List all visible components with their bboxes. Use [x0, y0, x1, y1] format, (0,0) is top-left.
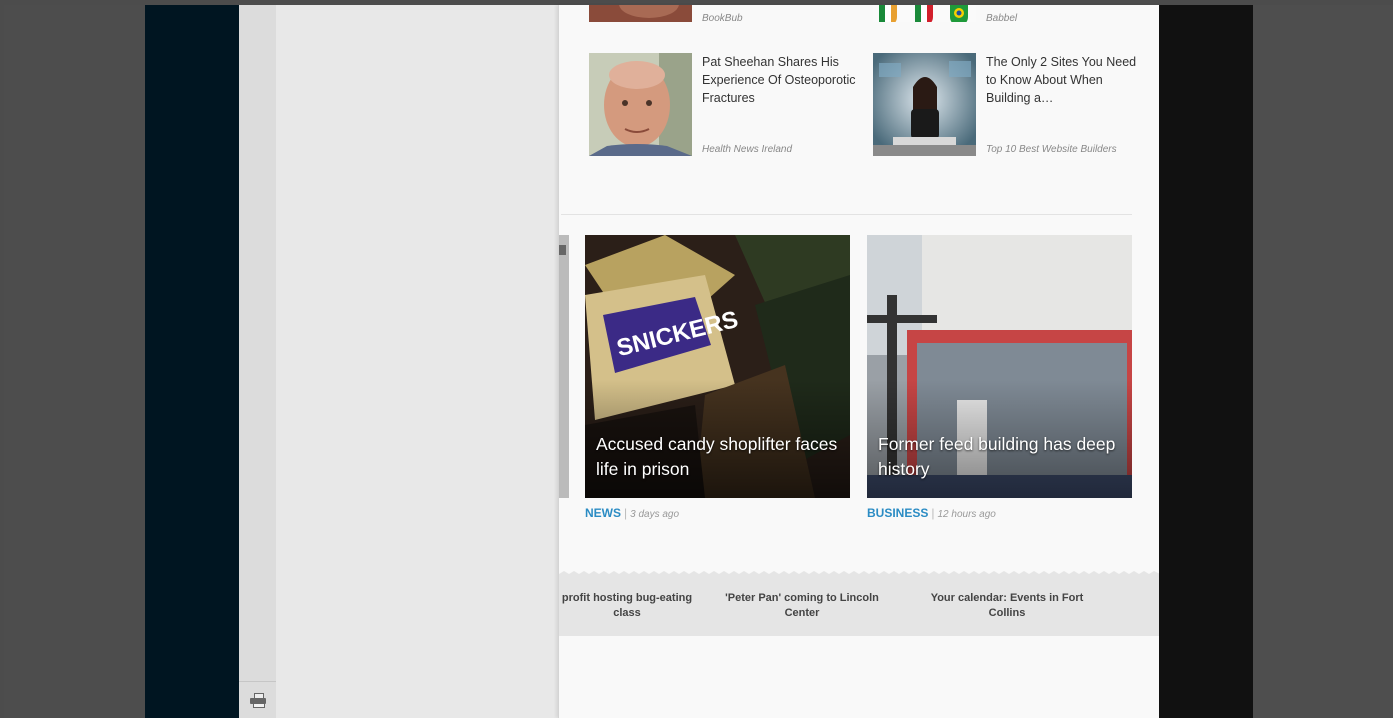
- story-category-link[interactable]: NEWS: [585, 506, 621, 520]
- sponsored-item-bookbub[interactable]: BookBub: [589, 5, 859, 24]
- sponsored-title: Pat Sheehan Shares His Experience Of Ost…: [702, 55, 856, 105]
- story-meta: NEWS | 3 days ago: [585, 506, 680, 520]
- sponsored-source: Health News Ireland: [702, 144, 793, 155]
- related-link[interactable]: Your calendar: Events in Fort Collins: [927, 591, 1087, 621]
- story-card-candy[interactable]: SNICKERS Accused candy shoplifter faces …: [585, 235, 850, 520]
- article-page: BookBub Babbel Pat Sheehan Shares His Ex…: [558, 5, 1160, 718]
- story-image: [559, 235, 569, 498]
- story-time: 12 hours ago: [937, 509, 996, 520]
- story-caption: Former feed building has deep history: [878, 434, 1116, 479]
- story-card-partial[interactable]: [559, 235, 569, 498]
- side-panel: [276, 5, 558, 718]
- related-link[interactable]: profit hosting bug-eating class: [559, 591, 697, 621]
- sponsored-source: BookBub: [702, 13, 743, 24]
- story-category-link[interactable]: BUSINESS: [867, 506, 928, 520]
- zigzag-edge: [559, 571, 1160, 577]
- sponsored-thumbnail: [873, 5, 976, 22]
- sponsored-item-website-builders[interactable]: The Only 2 Sites You Need to Know About …: [873, 53, 1143, 158]
- story-time: 3 days ago: [630, 509, 680, 520]
- sponsored-item-babbel[interactable]: Babbel: [873, 5, 1143, 24]
- sponsored-source: Top 10 Best Website Builders: [986, 144, 1117, 155]
- left-navy-band: [145, 5, 239, 718]
- story-image: SNICKERS Accused candy shoplifter faces …: [585, 235, 850, 498]
- tool-gutter: [239, 5, 277, 718]
- section-divider: [561, 214, 1132, 215]
- sponsored-title: The Only 2 Sites You Need to Know About …: [986, 55, 1137, 105]
- right-dark-band: [1159, 5, 1253, 718]
- sponsored-source: Babbel: [986, 13, 1018, 24]
- story-caption: Accused candy shoplifter faces life in p…: [596, 434, 838, 479]
- sponsored-thumbnail: [873, 53, 976, 156]
- far-right-backdrop: [1253, 5, 1393, 718]
- printer-icon: [249, 693, 266, 708]
- print-button[interactable]: [239, 681, 276, 718]
- story-meta: BUSINESS | 12 hours ago: [867, 506, 996, 520]
- related-links-strip: profit hosting bug-eating class 'Peter P…: [559, 571, 1160, 636]
- story-card-feed-building[interactable]: Former feed building has deep history BU…: [867, 235, 1132, 520]
- related-link[interactable]: 'Peter Pan' coming to Lincoln Center: [721, 591, 883, 621]
- sponsored-thumbnail: [589, 53, 692, 156]
- story-image: Former feed building has deep history: [867, 235, 1132, 498]
- sponsored-item-health-news[interactable]: Pat Sheehan Shares His Experience Of Ost…: [589, 53, 859, 158]
- sponsored-thumbnail: [589, 5, 692, 22]
